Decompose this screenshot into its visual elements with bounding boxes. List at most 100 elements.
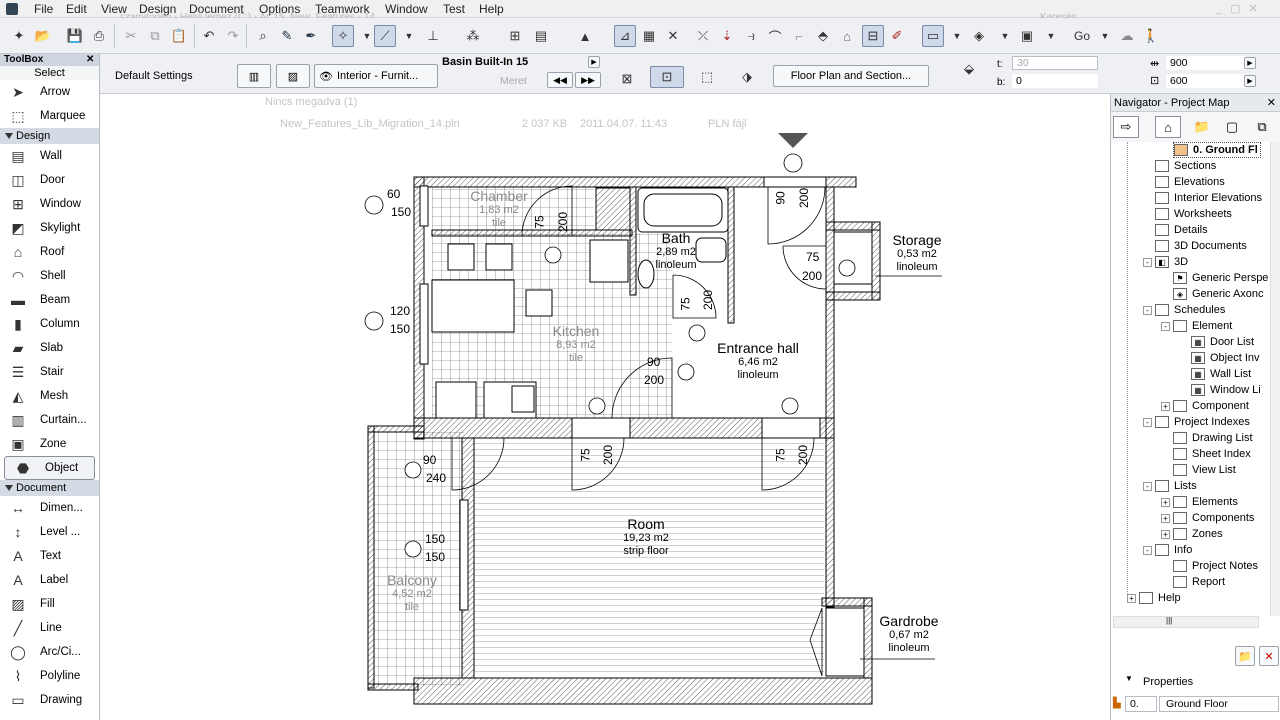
- tree-item-wall-list[interactable]: ▦ Wall List: [1191, 366, 1251, 382]
- object-settings-button[interactable]: ▥: [237, 64, 271, 88]
- tree-item-window-li[interactable]: ▦ Window Li: [1191, 382, 1261, 398]
- room-label-room[interactable]: Room 19,23 m2 strip floor: [586, 516, 706, 557]
- tool-line[interactable]: ╱ Line: [0, 616, 99, 640]
- project-map-tab-icon[interactable]: ⌂: [1155, 116, 1181, 138]
- tree-item-help[interactable]: Help: [1139, 590, 1181, 606]
- suspend-groups-icon[interactable]: ⊿: [614, 25, 636, 47]
- collapse-toggle-icon[interactable]: -: [1143, 306, 1152, 315]
- guide-lines-icon[interactable]: ⟋: [374, 25, 396, 47]
- depth-field[interactable]: 600: [1166, 74, 1246, 88]
- pen-icon[interactable]: ▲: [574, 25, 596, 47]
- mirror-icon[interactable]: ⊠: [616, 68, 638, 90]
- tool-curtain[interactable]: ▥ Curtain...: [0, 408, 99, 432]
- tool-polyline[interactable]: ⌇ Polyline: [0, 664, 99, 688]
- width-field[interactable]: 900: [1166, 56, 1246, 70]
- geometry-button[interactable]: ▨: [276, 64, 310, 88]
- tree-item-3d[interactable]: ◧ 3D: [1155, 254, 1188, 270]
- find-select-icon[interactable]: ⌕: [252, 25, 274, 47]
- expand-toggle-icon[interactable]: +: [1161, 498, 1170, 507]
- floor-name-field[interactable]: Ground Floor: [1159, 696, 1279, 712]
- dropdown-icon[interactable]: ▼: [398, 25, 420, 47]
- inject-icon[interactable]: ✒: [300, 25, 322, 47]
- open-file-icon[interactable]: 📂: [32, 25, 54, 47]
- vertical-scrollbar[interactable]: [1270, 142, 1280, 616]
- teamwork-icon[interactable]: ☁: [1116, 25, 1138, 47]
- redo-icon[interactable]: ↷: [222, 25, 244, 47]
- tool-label[interactable]: A Label: [0, 568, 99, 592]
- menu-file[interactable]: File: [34, 2, 53, 16]
- collapse-toggle-icon[interactable]: -: [1143, 482, 1152, 491]
- tool-dimen[interactable]: ↔ Dimen...: [0, 496, 99, 520]
- tree-item-sections[interactable]: Sections: [1155, 158, 1216, 174]
- trim-icon[interactable]: ⤫: [692, 25, 714, 47]
- menu-window[interactable]: Window: [385, 2, 428, 16]
- depth-arrow[interactable]: ▶: [1244, 75, 1256, 87]
- tool-fill[interactable]: ▨ Fill: [0, 592, 99, 616]
- adjust-icon[interactable]: ⥽: [740, 25, 762, 47]
- room-label-balcony[interactable]: Balcony 4,52 m2 tile: [352, 572, 472, 613]
- tool-skylight[interactable]: ◩ Skylight: [0, 216, 99, 240]
- publisher-tab-icon[interactable]: ⧉: [1249, 116, 1275, 138]
- go-button[interactable]: Go: [1068, 25, 1096, 47]
- trace-icon[interactable]: ⊞: [504, 25, 526, 47]
- expand-toggle-icon[interactable]: +: [1161, 514, 1170, 523]
- layout-book-icon[interactable]: ⊟: [862, 25, 884, 47]
- tool-stair[interactable]: ☰ Stair: [0, 360, 99, 384]
- tree-item-details[interactable]: Details: [1155, 222, 1208, 238]
- tree-item-zones[interactable]: Zones: [1173, 526, 1223, 542]
- tree-item-schedules[interactable]: Schedules: [1155, 302, 1225, 318]
- b-value-field[interactable]: 0: [1012, 74, 1098, 88]
- tool-arrow[interactable]: ➤ Arrow: [0, 80, 99, 104]
- pick-up-icon[interactable]: ✎: [276, 25, 298, 47]
- tool-level[interactable]: ↕ Level ...: [0, 520, 99, 544]
- prev-button[interactable]: ◀◀: [547, 72, 573, 88]
- tree-item-element[interactable]: Element: [1173, 318, 1232, 334]
- delete-icon[interactable]: ✕: [1259, 646, 1279, 666]
- room-label-gardrobe[interactable]: Gardrobe 0,67 m2 linoleum: [849, 613, 969, 654]
- tree-item-project-indexes[interactable]: Project Indexes: [1155, 414, 1250, 430]
- floor-id-field[interactable]: 0.: [1125, 696, 1157, 712]
- auto-group-icon[interactable]: ▦: [638, 25, 660, 47]
- tool-mesh[interactable]: ◭ Mesh: [0, 384, 99, 408]
- tree-item-component[interactable]: Component: [1173, 398, 1249, 414]
- tool-zone[interactable]: ▣ Zone: [0, 432, 99, 456]
- markup-icon[interactable]: ✐: [886, 25, 908, 47]
- tree-item-0-ground-fl[interactable]: 0. Ground Fl: [1173, 142, 1261, 158]
- view-3d-icon[interactable]: ◈: [968, 25, 990, 47]
- walk-icon[interactable]: 🚶: [1140, 25, 1162, 47]
- tree-item-elevations[interactable]: Elevations: [1155, 174, 1225, 190]
- navigator-menu-icon[interactable]: ⇨: [1113, 116, 1139, 138]
- room-label-kitchen[interactable]: Kitchen 8,93 m2 tile: [516, 323, 636, 364]
- rotate-icon[interactable]: ⬚: [696, 66, 718, 88]
- expand-toggle-icon[interactable]: +: [1127, 594, 1136, 603]
- tree-item-generic-perspe[interactable]: ⚑ Generic Perspe: [1173, 270, 1268, 286]
- tool-window[interactable]: ⊞ Window: [0, 192, 99, 216]
- slab-height-icon[interactable]: ⬙: [958, 58, 980, 80]
- tool-slab[interactable]: ▰ Slab: [0, 336, 99, 360]
- t-value-field[interactable]: 30: [1012, 56, 1098, 70]
- collapse-toggle-icon[interactable]: -: [1143, 418, 1152, 427]
- tree-item-interior-elevations[interactable]: Interior Elevations: [1155, 190, 1262, 206]
- fillet-icon[interactable]: ⌒: [764, 25, 786, 47]
- tool-marquee[interactable]: ⬚ Marquee: [0, 104, 99, 128]
- view-2d-icon[interactable]: ▭: [922, 25, 944, 47]
- tool-arc-ci[interactable]: ◯ Arc/Ci...: [0, 640, 99, 664]
- dropdown-icon[interactable]: ▼: [1040, 25, 1062, 47]
- explode-icon[interactable]: ⬘: [812, 25, 834, 47]
- design-group[interactable]: Design: [0, 128, 99, 144]
- tree-item-drawing-list[interactable]: Drawing List: [1173, 430, 1253, 446]
- tool-door[interactable]: ◫ Door: [0, 168, 99, 192]
- close-icon[interactable]: ✕: [86, 54, 94, 66]
- layers-icon[interactable]: ▤: [530, 25, 552, 47]
- paste-icon[interactable]: 📋: [168, 25, 190, 47]
- collapse-toggle-icon[interactable]: -: [1161, 322, 1170, 331]
- floor-plan-canvas[interactable]: Nincs megadva (1) New_Features_Lib_Migra…: [100, 94, 1110, 720]
- tool-column[interactable]: ▮ Column: [0, 312, 99, 336]
- expand-toggle-icon[interactable]: +: [1161, 530, 1170, 539]
- menu-test[interactable]: Test: [443, 2, 465, 16]
- tree-item-3d-documents[interactable]: 3D Documents: [1155, 238, 1247, 254]
- collapse-icon[interactable]: ▼: [1125, 674, 1133, 683]
- tree-item-generic-axonc[interactable]: ◈ Generic Axonc: [1173, 286, 1264, 302]
- tree-item-project-notes[interactable]: Project Notes: [1173, 558, 1258, 574]
- next-button[interactable]: ▶▶: [575, 72, 601, 88]
